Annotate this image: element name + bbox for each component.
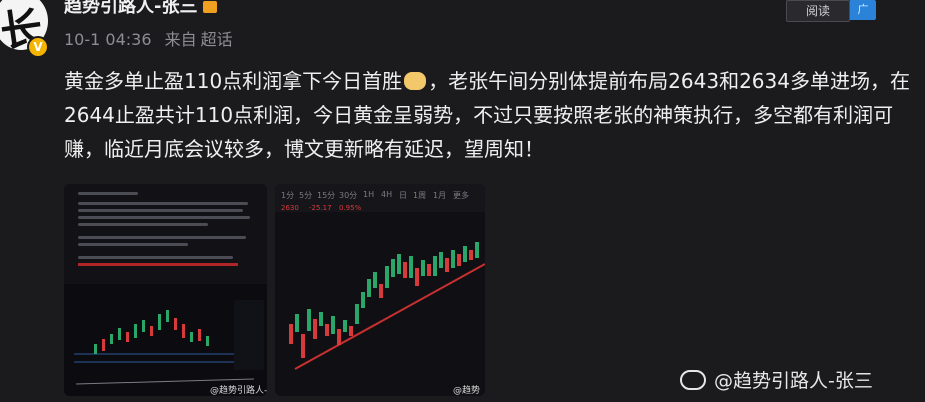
candle xyxy=(134,324,137,338)
candle xyxy=(206,336,209,346)
candle xyxy=(158,314,161,330)
candle xyxy=(118,328,121,340)
candle xyxy=(391,259,395,277)
crown-icon xyxy=(203,1,218,13)
candle xyxy=(463,246,467,262)
candle xyxy=(451,250,455,268)
post-image-2[interactable]: 1分 5分 15分 30分 1H 4H 日 1周 1月 更多 2630 -25.… xyxy=(275,184,485,396)
candle xyxy=(427,264,431,276)
post-text: 黄金多单止盈110点利润拿下今日首胜 ，老张午间分别体提前布局2643和2634多… xyxy=(64,64,916,166)
trend-line xyxy=(294,263,485,370)
candle xyxy=(349,326,353,336)
candle xyxy=(319,312,323,326)
candle xyxy=(397,254,401,274)
candle xyxy=(469,250,473,260)
candle xyxy=(403,262,407,278)
side-tab[interactable]: 广 xyxy=(850,0,876,20)
candle xyxy=(166,310,169,322)
candle xyxy=(102,339,105,351)
price-scale xyxy=(234,300,264,370)
candle xyxy=(361,292,365,308)
candle xyxy=(331,316,335,334)
candle xyxy=(126,332,129,342)
source-prefix: 来自 xyxy=(164,30,197,49)
candlestick-chart-svg xyxy=(289,242,485,370)
candle xyxy=(445,258,449,272)
candle xyxy=(409,256,413,278)
mini-candles xyxy=(94,310,209,354)
candle xyxy=(385,266,389,288)
candle xyxy=(313,319,317,339)
candle xyxy=(301,334,305,358)
candle xyxy=(475,242,479,258)
candle xyxy=(110,334,113,344)
footer-watermark-text: @趋势引路人-张三 xyxy=(714,370,873,392)
post-meta: 10-1 04:36 来自 超话 xyxy=(64,26,233,50)
verified-badge-text: V xyxy=(33,40,43,54)
candle xyxy=(415,268,419,286)
candles xyxy=(289,242,479,358)
candle xyxy=(337,329,341,345)
doc-panel xyxy=(64,184,267,284)
candle xyxy=(367,279,371,297)
username[interactable]: 趋势引路人-张三 xyxy=(64,0,218,18)
candle xyxy=(325,324,329,336)
post-time[interactable]: 10-1 04:36 xyxy=(64,30,152,49)
post-text-part-1: 黄金多单止盈110点利润拿下今日首胜 xyxy=(64,69,403,93)
candle xyxy=(373,272,377,288)
candle xyxy=(289,324,293,344)
candle xyxy=(307,309,311,331)
candle xyxy=(379,284,383,298)
mini-candles-svg xyxy=(74,300,264,385)
candle xyxy=(94,344,97,354)
candle xyxy=(190,332,193,342)
candle xyxy=(198,329,201,341)
candle xyxy=(355,304,359,324)
candle xyxy=(343,320,347,332)
post-image-1[interactable]: @趋势引路人-张 xyxy=(64,184,267,396)
weibo-logo-icon xyxy=(680,370,706,390)
username-text[interactable]: 趋势引路人-张三 xyxy=(64,0,197,17)
candle xyxy=(439,252,443,268)
candle xyxy=(150,326,153,336)
image-1-watermark: @趋势引路人-张 xyxy=(210,386,267,396)
mini-chart-panel xyxy=(64,284,267,396)
verified-badge-icon: V xyxy=(27,36,49,58)
source-link[interactable]: 超话 xyxy=(201,30,233,49)
handshake-emoji-icon xyxy=(404,72,427,90)
candle xyxy=(421,260,425,276)
candle xyxy=(433,256,437,276)
doc-highlight xyxy=(78,263,238,266)
candle xyxy=(174,318,177,330)
image-2-watermark: @趋势 xyxy=(453,386,481,396)
candle xyxy=(295,314,299,332)
candle xyxy=(457,254,461,266)
candle xyxy=(142,320,145,332)
footer-watermark: @趋势引路人-张三 xyxy=(680,366,873,393)
candle xyxy=(182,324,185,338)
read-button[interactable]: 阅读 xyxy=(786,0,850,22)
